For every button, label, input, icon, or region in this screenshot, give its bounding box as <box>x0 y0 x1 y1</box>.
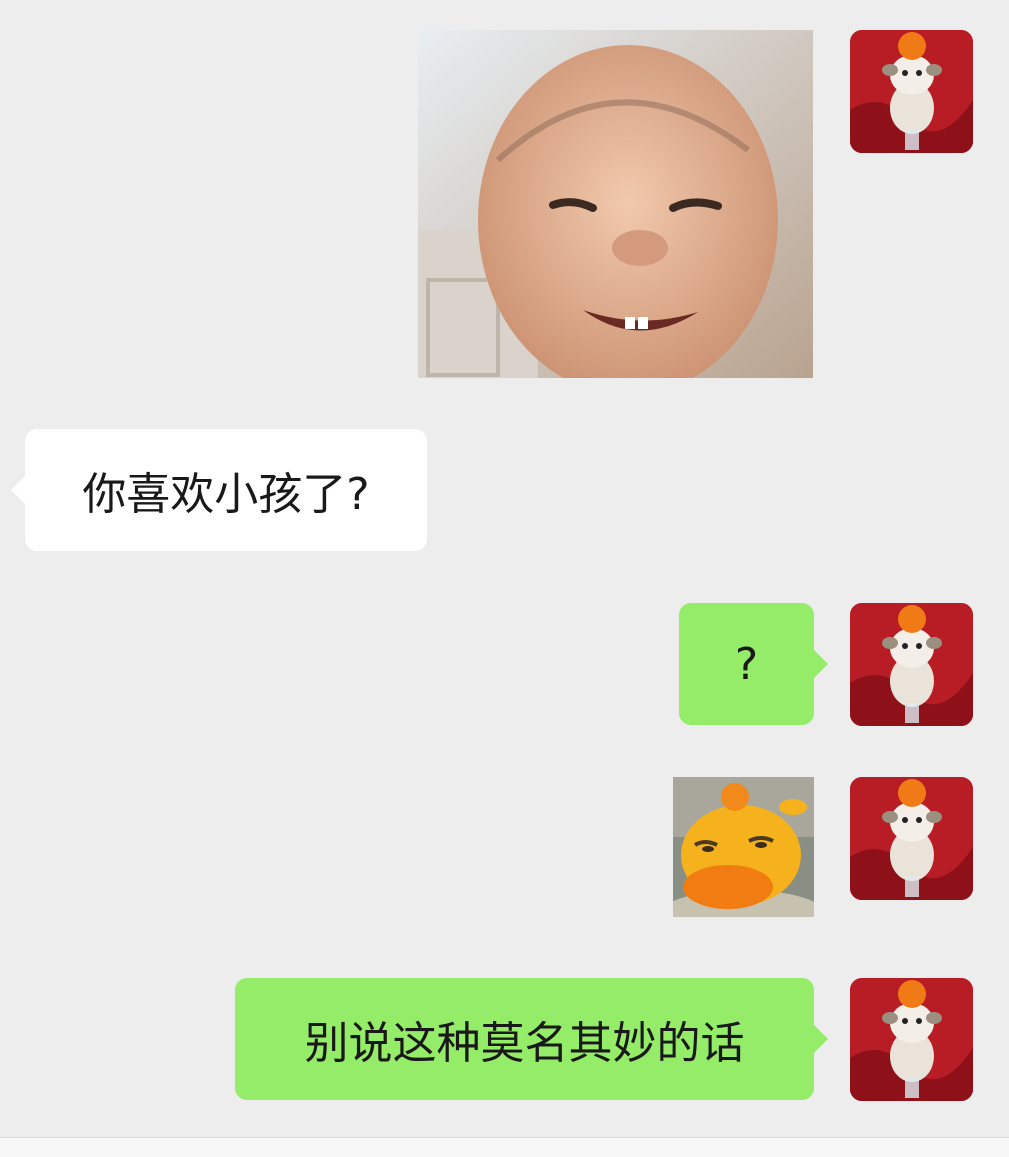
message-text: 别说这种莫名其妙的话 <box>304 1018 745 1069</box>
message-text: ? <box>734 638 759 690</box>
sender-avatar[interactable] <box>850 603 973 726</box>
sender-avatar[interactable] <box>850 777 973 900</box>
sender-avatar[interactable] <box>850 978 973 1101</box>
baby-photo-image <box>418 30 813 378</box>
sender-avatar[interactable] <box>850 30 973 153</box>
sheep-with-orange-avatar-icon <box>850 603 973 726</box>
incoming-message-bubble[interactable]: 你喜欢小孩了? <box>11 429 427 551</box>
message-text: 你喜欢小孩了? <box>82 469 370 520</box>
baby-photo-message[interactable] <box>418 30 813 378</box>
sheep-with-orange-avatar-icon <box>850 30 973 153</box>
orange-duck-sticker-image <box>673 777 814 917</box>
sheep-with-orange-avatar-icon <box>850 978 973 1101</box>
outgoing-message-bubble[interactable]: 别说这种莫名其妙的话 <box>235 978 828 1100</box>
outgoing-message-bubble[interactable]: ? <box>679 603 828 725</box>
sheep-with-orange-avatar-icon <box>850 777 973 900</box>
input-bar-edge <box>0 1137 1009 1157</box>
sticker-message[interactable] <box>673 777 814 917</box>
